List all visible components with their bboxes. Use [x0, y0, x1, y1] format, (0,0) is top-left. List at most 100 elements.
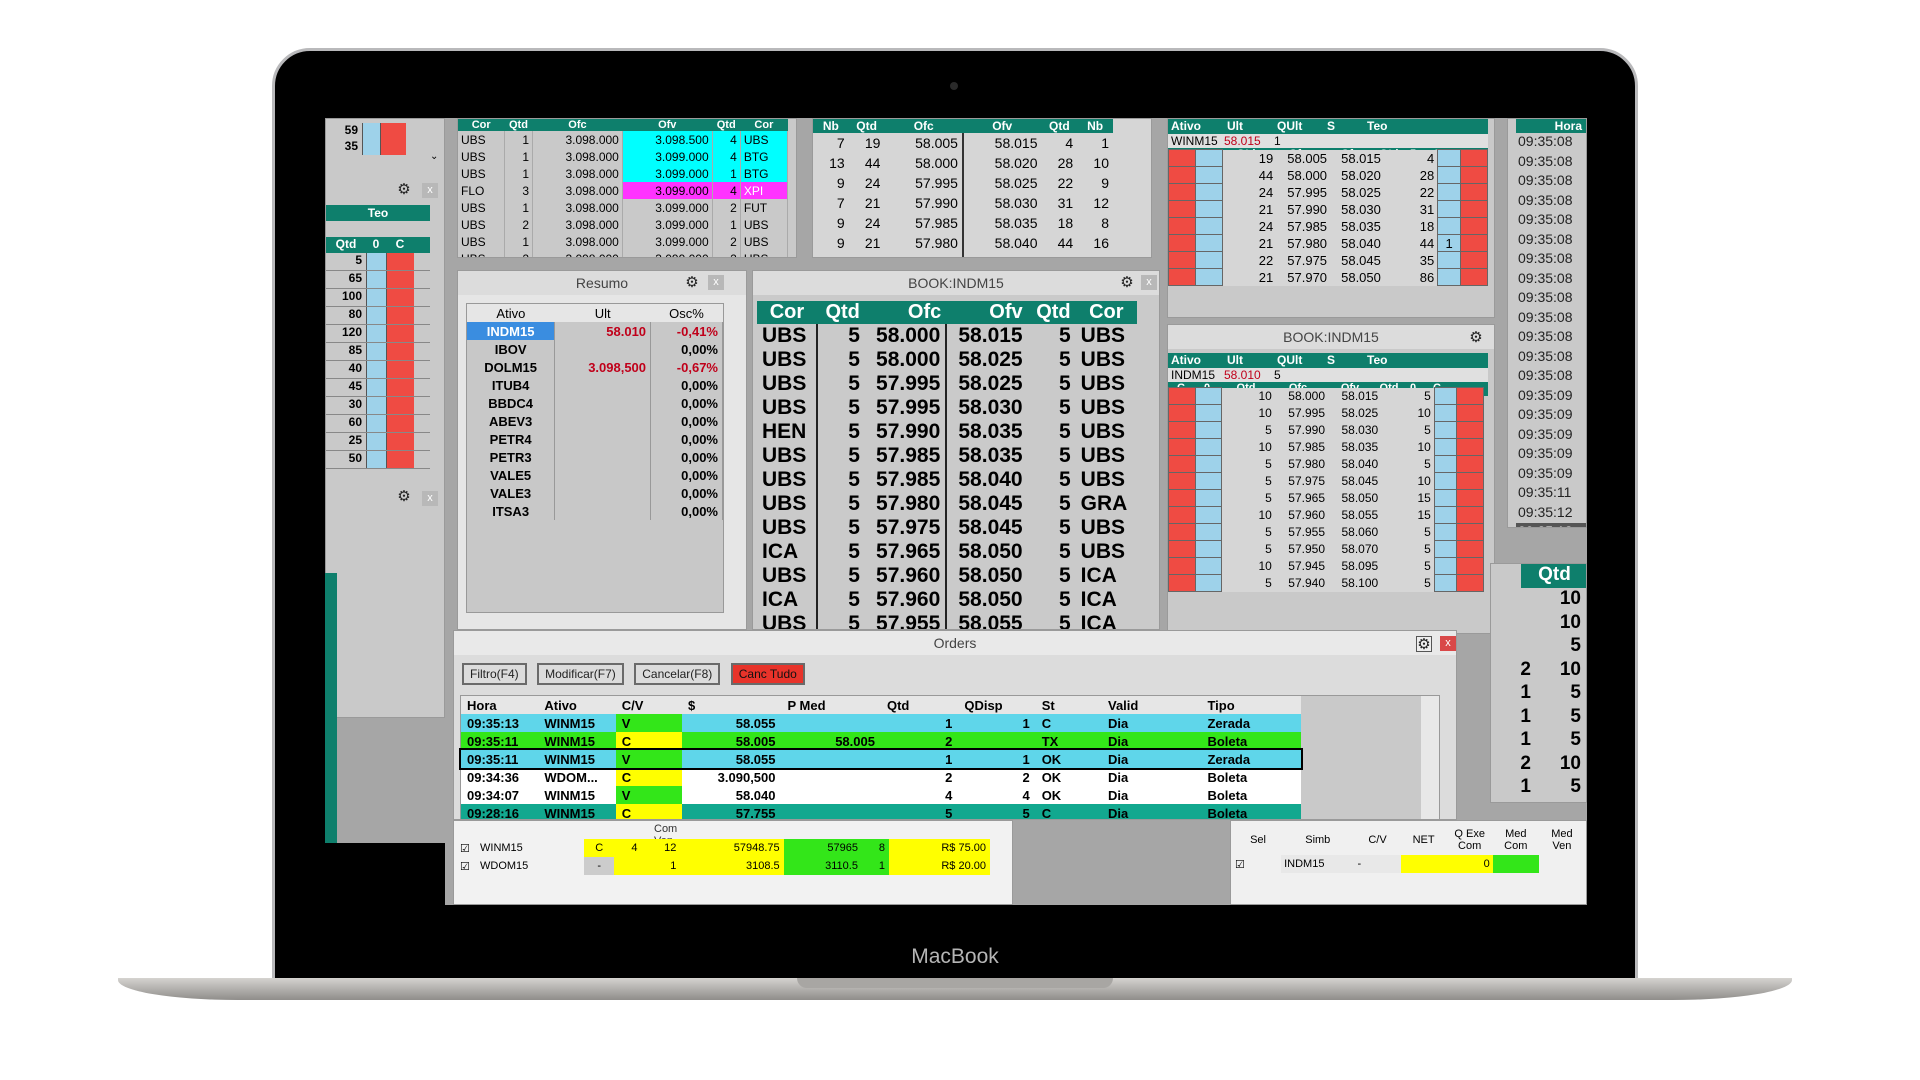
- close-icon[interactable]: x: [422, 183, 438, 198]
- table-row[interactable]: ICA 5 57.965 58.050 5 UBS: [757, 540, 1137, 564]
- table-row[interactable]: UBS 1 3.098.000 3.099.000 2 FUT: [458, 199, 789, 216]
- qty-left: 1: [1520, 776, 1531, 797]
- book-cell: 21: [864, 195, 881, 211]
- table-row[interactable]: 82257.97558.0453512: [813, 253, 1113, 257]
- table-row[interactable]: 09:34:36 WDOM... C 3.090,500 2 2 OK Dia Boleta: [461, 768, 1301, 786]
- gear-icon[interactable]: ⚙: [396, 489, 412, 505]
- modify-button[interactable]: Modificar(F7): [537, 663, 624, 685]
- table-row[interactable]: UBS 1 3.098.000 3.099.000 2 UBS: [458, 233, 789, 250]
- book-cell: 57.980: [884, 233, 964, 253]
- table-row[interactable]: UBS 5 57.975 58.045 5 UBS: [757, 516, 1137, 540]
- table-row[interactable]: 5 57.950 58.070 5: [1168, 540, 1484, 558]
- table-row[interactable]: VALE5 0,00%: [467, 466, 723, 484]
- table-row[interactable]: ☑ WDOM15-1 3108.5 3110.5 1 R$ 20.00: [460, 857, 990, 875]
- gear-icon[interactable]: ⚙: [1119, 275, 1135, 291]
- filter-button[interactable]: Filtro(F4): [462, 663, 527, 685]
- table-row[interactable]: UBS 5 57.960 58.050 5 ICA: [757, 564, 1137, 588]
- order-cell: 09:35:11: [461, 750, 539, 768]
- gear-icon[interactable]: ⚙: [684, 275, 700, 291]
- table-row[interactable]: 24 57.985 58.035 18: [1168, 217, 1488, 235]
- table-row[interactable]: VALE3 0,00%: [467, 484, 723, 502]
- table-row[interactable]: 09:35:13 WINM15 V 58.055 1 1 C Dia Zerada: [461, 714, 1301, 732]
- bid-bar: [1168, 268, 1196, 286]
- table-row[interactable]: 9 24 57.995 58.025 22 9: [813, 173, 1113, 193]
- resumo-cell: 0,00%: [650, 448, 723, 466]
- table-row[interactable]: 19 58.005 58.015 4: [1168, 149, 1488, 167]
- table-row[interactable]: 10 57.960 58.055 15: [1168, 506, 1484, 524]
- table-row[interactable]: UBS 5 57.995 58.030 5 UBS: [757, 396, 1137, 420]
- table-row[interactable]: 10 57.945 58.095 5: [1168, 557, 1484, 575]
- table-row[interactable]: UBS 2 3.098.000 3.099.000 1 UBS: [458, 216, 789, 233]
- table-row[interactable]: 09:35:11 WINM15 C 58.005 58.005 2 TX Dia Boleta: [461, 732, 1301, 750]
- table-row[interactable]: UBS 5 57.995 58.025 5 UBS: [757, 372, 1137, 396]
- table-row[interactable]: 09:34:07 WINM15 V 58.040 4 4 OK Dia Boleta: [461, 786, 1301, 804]
- table-row[interactable]: ICA 5 57.960 58.050 5 ICA: [757, 588, 1137, 612]
- table-row[interactable]: PETR4 0,00%: [467, 430, 723, 448]
- table-row[interactable]: 5 57.965 58.050 15: [1168, 489, 1484, 507]
- ask-bar: [1456, 540, 1484, 558]
- table-row[interactable]: UBS 1 3.098.000 3.099.000 4 BTG: [458, 148, 789, 165]
- table-row[interactable]: 5 57.940 58.100 5: [1168, 574, 1484, 592]
- table-row[interactable]: 7 19 58.005 58.015 4 1: [813, 133, 1113, 153]
- table-row[interactable]: UBS 5 57.955 58.055 5 ICA: [757, 612, 1137, 629]
- scroll-down-icon[interactable]: ⌄: [430, 151, 438, 162]
- table-row[interactable]: PETR3 0,00%: [467, 448, 723, 466]
- gear-icon[interactable]: ⚙: [1468, 330, 1484, 346]
- exec-cell: [1400, 855, 1447, 873]
- table-row[interactable]: 5 57.990 58.030 5: [1168, 421, 1484, 439]
- table-row[interactable]: 10 58.000 58.015 5: [1168, 387, 1484, 405]
- cancel-button[interactable]: Cancelar(F8): [634, 663, 721, 685]
- table-row[interactable]: ☑ WINM15 C 4 12 57948.75 57965 8 R$ 75.00: [460, 839, 990, 857]
- table-row[interactable]: ITSA3 0,00%: [467, 502, 723, 520]
- table-row[interactable]: UBS 5 57.985 58.035 5 UBS: [757, 444, 1137, 468]
- table-row[interactable]: 22 57.975 58.045 35: [1168, 251, 1488, 269]
- table-row[interactable]: 7 21 57.990 58.030 31 12: [813, 193, 1113, 213]
- table-row[interactable]: IBOV 0,00%: [467, 340, 723, 358]
- table-row[interactable]: UBS 5 58.000 58.015 5 UBS: [757, 324, 1137, 348]
- cancel-all-button[interactable]: Canc Tudo: [730, 663, 805, 685]
- device-brand: MacBook: [911, 945, 999, 968]
- table-row[interactable]: UBS23.098.0003.099.0002UBS: [458, 250, 789, 257]
- table-row[interactable]: ITUB4 0,00%: [467, 376, 723, 394]
- gear-icon[interactable]: ⚙: [396, 182, 412, 198]
- close-icon[interactable]: x: [1141, 275, 1157, 290]
- table-row[interactable]: 21 57.980 58.040 44 1: [1168, 234, 1488, 252]
- table-row[interactable]: ☑ INDM15- 0: [1235, 855, 1585, 873]
- table-row[interactable]: HEN 5 57.990 58.035 5 UBS: [757, 420, 1137, 444]
- table-row[interactable]: UBS 5 57.980 58.045 5 GRA: [757, 492, 1137, 516]
- table-row[interactable]: 44 58.000 58.020 28: [1168, 166, 1488, 184]
- table-row[interactable]: ABEV3 0,00%: [467, 412, 723, 430]
- table-row[interactable]: BBDC4 0,00%: [467, 394, 723, 412]
- column-header: Ofc: [568, 119, 587, 131]
- resumo-cell: ITUB4: [467, 376, 556, 394]
- table-row[interactable]: 5 57.980 58.040 5: [1168, 455, 1484, 473]
- book-cell: 57.985: [864, 444, 948, 468]
- table-row[interactable]: 5 57.975 58.045 10: [1168, 472, 1484, 490]
- table-row[interactable]: 09:35:11 WINM15 V 58.055 1 1 OK Dia Zerada: [459, 748, 1303, 770]
- table-row[interactable]: UBS 5 57.985 58.040 5 UBS: [757, 468, 1137, 492]
- table-row[interactable]: 9 21 57.980 58.040 44 16: [813, 233, 1113, 253]
- qty-value: 100: [341, 289, 362, 303]
- table-row[interactable]: DOLM15 3.098,500 -0,67%: [467, 358, 723, 376]
- close-icon[interactable]: x: [1440, 636, 1456, 651]
- table-row[interactable]: 10 57.985 58.035 10: [1168, 438, 1484, 456]
- order-cell: Boleta: [1201, 732, 1301, 750]
- table-row[interactable]: 09:28:16 WINM15 C 57.755 5 5 C Dia Boleta: [461, 804, 1301, 819]
- column-header: Nb: [1087, 119, 1104, 133]
- table-row[interactable]: UBS 5 58.000 58.025 5 UBS: [757, 348, 1137, 372]
- close-icon[interactable]: x: [422, 491, 438, 506]
- table-row[interactable]: 24 57.995 58.025 22: [1168, 183, 1488, 201]
- table-row[interactable]: 10 57.995 58.025 10: [1168, 404, 1484, 422]
- orders-scrollbar[interactable]: [1421, 696, 1439, 819]
- table-row[interactable]: 9 24 57.985 58.035 18 8: [813, 213, 1113, 233]
- close-icon[interactable]: x: [708, 275, 724, 290]
- table-row[interactable]: 21 57.970 58.050 86: [1168, 268, 1488, 286]
- table-row[interactable]: 13 44 58.000 58.020 28 10: [813, 153, 1113, 173]
- table-row[interactable]: 21 57.990 58.030 31: [1168, 200, 1488, 218]
- table-row[interactable]: 5 57.955 58.060 5: [1168, 523, 1484, 541]
- table-row[interactable]: UBS 1 3.098.000 3.099.000 1 BTG: [458, 165, 789, 182]
- table-row[interactable]: UBS 1 3.098.000 3.098.500 4 UBS: [458, 131, 789, 148]
- table-row[interactable]: INDM15 58.010 -0,41%: [467, 322, 723, 340]
- gear-icon[interactable]: ⚙: [1416, 636, 1432, 653]
- table-row[interactable]: FLO 3 3.098.000 3.099.000 4 XPI: [458, 182, 789, 199]
